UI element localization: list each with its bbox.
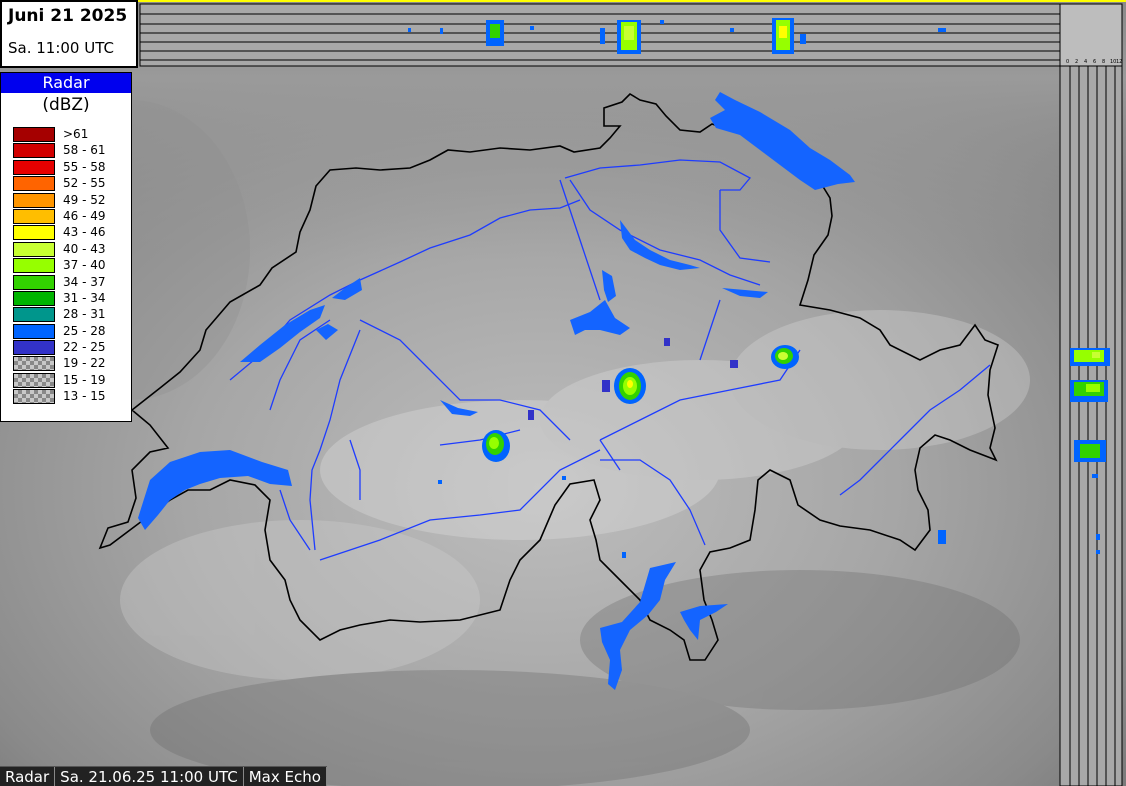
legend-swatch [13, 176, 55, 192]
legend-label: 34 - 37 [63, 274, 106, 289]
legend-label: 22 - 25 [63, 340, 106, 355]
legend-label: 15 - 19 [63, 372, 106, 387]
legend-swatch [13, 159, 55, 175]
right-tick-label: 2 [1075, 59, 1078, 65]
echo-cell [482, 430, 510, 462]
legend-unit: (dBZ) [42, 95, 90, 115]
legend-swatch [13, 340, 55, 356]
legend-swatch [13, 389, 55, 405]
legend-swatch [13, 208, 55, 224]
top-edge-line [0, 0, 1126, 2]
echo-cell [614, 368, 646, 404]
legend-swatch [13, 225, 55, 241]
legend-label: 31 - 34 [63, 290, 106, 305]
legend-label: 49 - 52 [63, 192, 106, 207]
legend-label: 58 - 61 [63, 143, 106, 158]
legend-label: 43 - 46 [63, 225, 106, 240]
right-tick-label: 4 [1084, 59, 1087, 65]
dbz-legend: Radar (dBZ) >61 58 - 61 55 - 58 52 - 55 49 -… [0, 72, 132, 422]
legend-swatch [13, 274, 55, 290]
legend-title: Radar [1, 73, 131, 93]
right-tick-label: 8 [1102, 59, 1105, 65]
date-time-box: Juni 21 2025 Sa. 11:00 UTC [0, 0, 138, 68]
legend-swatch [13, 356, 55, 372]
legend-swatch [13, 258, 55, 274]
status-bar: Radar Sa. 21.06.25 11:00 UTC Max Echo [0, 766, 327, 786]
date-label: Juni 21 2025 [8, 6, 128, 26]
top-profile-panel: 12 10 8 6 4 2 0 km km [139, 3, 1094, 67]
status-mode: Max Echo [243, 767, 327, 786]
legend-swatch [13, 241, 55, 257]
radar-map: 12 10 8 6 4 2 0 km km 0 2 [0, 0, 1126, 786]
legend-swatch [13, 323, 55, 339]
legend-swatch [13, 192, 55, 208]
legend-label: 52 - 55 [63, 176, 106, 191]
right-tick-label: 6 [1093, 59, 1096, 65]
echo-cell [771, 345, 799, 369]
legend-label: 19 - 22 [63, 356, 106, 371]
legend-swatch [13, 127, 55, 142]
legend-swatch [13, 307, 55, 323]
legend-label: 46 - 49 [63, 208, 106, 223]
right-tick-label: 0 [1066, 59, 1069, 65]
legend-label: 13 - 15 [63, 389, 106, 404]
legend-swatch [13, 290, 55, 306]
time-label: Sa. 11:00 UTC [8, 39, 114, 57]
status-product: Radar [0, 767, 56, 786]
status-datetime: Sa. 21.06.25 11:00 UTC [55, 767, 244, 786]
legend-label: 37 - 40 [63, 258, 106, 273]
right-profile-panel: 0 2 4 6 8 10 12 [1059, 3, 1123, 786]
legend-label: >61 [63, 127, 89, 141]
legend-swatch [13, 143, 55, 159]
legend-label: 28 - 31 [63, 307, 106, 322]
right-tick-label: 12 [1116, 59, 1122, 65]
legend-label: 40 - 43 [63, 241, 106, 256]
radar-map-view: 12 10 8 6 4 2 0 km km 0 2 [0, 0, 1126, 786]
legend-swatch [13, 372, 55, 388]
legend-label: 25 - 28 [63, 323, 106, 338]
legend-label: 55 - 58 [63, 159, 106, 174]
